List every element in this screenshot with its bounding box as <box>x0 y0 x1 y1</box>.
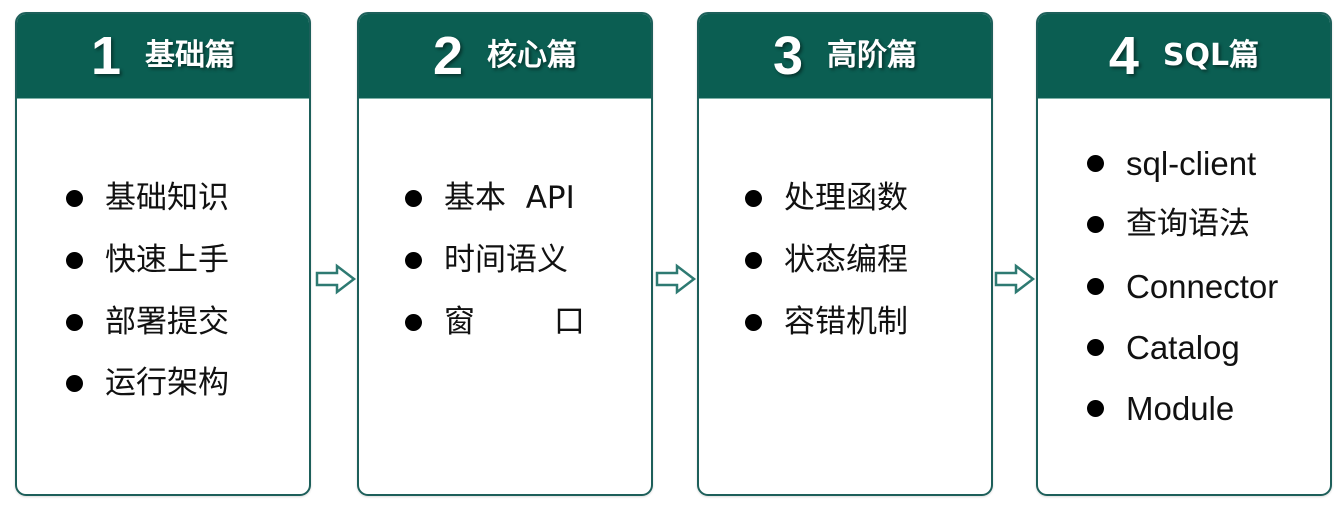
list-item: Module <box>1087 388 1234 428</box>
list-item: 基本 API <box>405 178 575 218</box>
item-text: 时间语义 <box>444 241 568 278</box>
list-item: 处理函数 <box>745 178 908 218</box>
card-number: 1 <box>90 26 122 86</box>
item-text: 运行架构 <box>105 364 229 401</box>
bullet-icon <box>745 313 762 331</box>
list-item: 状态编程 <box>745 240 908 280</box>
bullet-icon <box>745 251 762 269</box>
item-text: 处理函数 <box>784 179 908 216</box>
right-arrow-icon <box>315 263 357 295</box>
card-number: 2 <box>432 26 464 86</box>
item-text: 查询语法 <box>1126 205 1250 242</box>
list-item: 快速上手 <box>66 240 229 280</box>
card-number: 3 <box>772 26 804 86</box>
card-title: 核心篇 <box>487 38 578 73</box>
item-text: 部署提交 <box>105 303 229 340</box>
list-item: 查询语法 <box>1087 204 1250 244</box>
card-header: 3 高阶篇 <box>699 14 991 99</box>
card-title: SQL篇 <box>1162 38 1260 73</box>
list-item: Catalog <box>1087 327 1240 367</box>
list-item: Connector <box>1087 266 1278 306</box>
card-header: 2 核心篇 <box>359 14 651 99</box>
item-text: 容错机制 <box>784 303 908 340</box>
bullet-icon <box>66 189 83 207</box>
item-text: 基础知识 <box>105 179 229 216</box>
item-text: Catalog <box>1126 328 1240 366</box>
item-text: 快速上手 <box>105 241 229 278</box>
item-text: 窗 口 <box>444 303 585 340</box>
item-text: Connector <box>1126 267 1279 305</box>
bullet-icon <box>405 189 422 207</box>
bullet-icon <box>66 374 83 392</box>
item-text: sql-client <box>1126 144 1257 182</box>
bullet-icon <box>405 313 422 331</box>
right-arrow-icon <box>994 263 1036 295</box>
list-item: sql-client <box>1087 143 1256 183</box>
card-number: 4 <box>1108 26 1139 86</box>
bullet-icon <box>745 189 762 207</box>
bullet-icon <box>1087 399 1104 417</box>
card-header: 4 SQL篇 <box>1038 14 1330 99</box>
bullet-icon <box>1087 215 1104 233</box>
bullet-icon <box>66 251 83 269</box>
bullet-icon <box>405 251 422 269</box>
list-item: 部署提交 <box>66 302 229 342</box>
card-header: 1 基础篇 <box>17 14 309 99</box>
list-item: 容错机制 <box>745 302 908 342</box>
bullet-icon <box>1087 277 1104 295</box>
list-item: 时间语义 <box>405 240 568 280</box>
card-core: 2 核心篇 基本 API 时间语义 窗 口 <box>357 12 653 496</box>
item-text: 状态编程 <box>784 241 908 278</box>
list-item: 基础知识 <box>66 178 229 218</box>
bullet-icon <box>1087 154 1104 172</box>
bullet-icon <box>1087 338 1104 356</box>
card-basics: 1 基础篇 基础知识 快速上手 部署提交 运行架构 <box>15 12 311 496</box>
bullet-icon <box>66 313 83 331</box>
card-title: 高阶篇 <box>827 38 918 73</box>
card-sql: 4 SQL篇 sql-client 查询语法 Connector Catalog… <box>1036 12 1332 496</box>
list-item: 运行架构 <box>66 363 229 403</box>
item-text: 基本 API <box>444 179 575 216</box>
item-text: Module <box>1126 389 1235 427</box>
list-item: 窗 口 <box>405 302 585 342</box>
card-title: 基础篇 <box>145 38 236 73</box>
right-arrow-icon <box>655 263 697 295</box>
card-advanced: 3 高阶篇 处理函数 状态编程 容错机制 <box>697 12 993 496</box>
